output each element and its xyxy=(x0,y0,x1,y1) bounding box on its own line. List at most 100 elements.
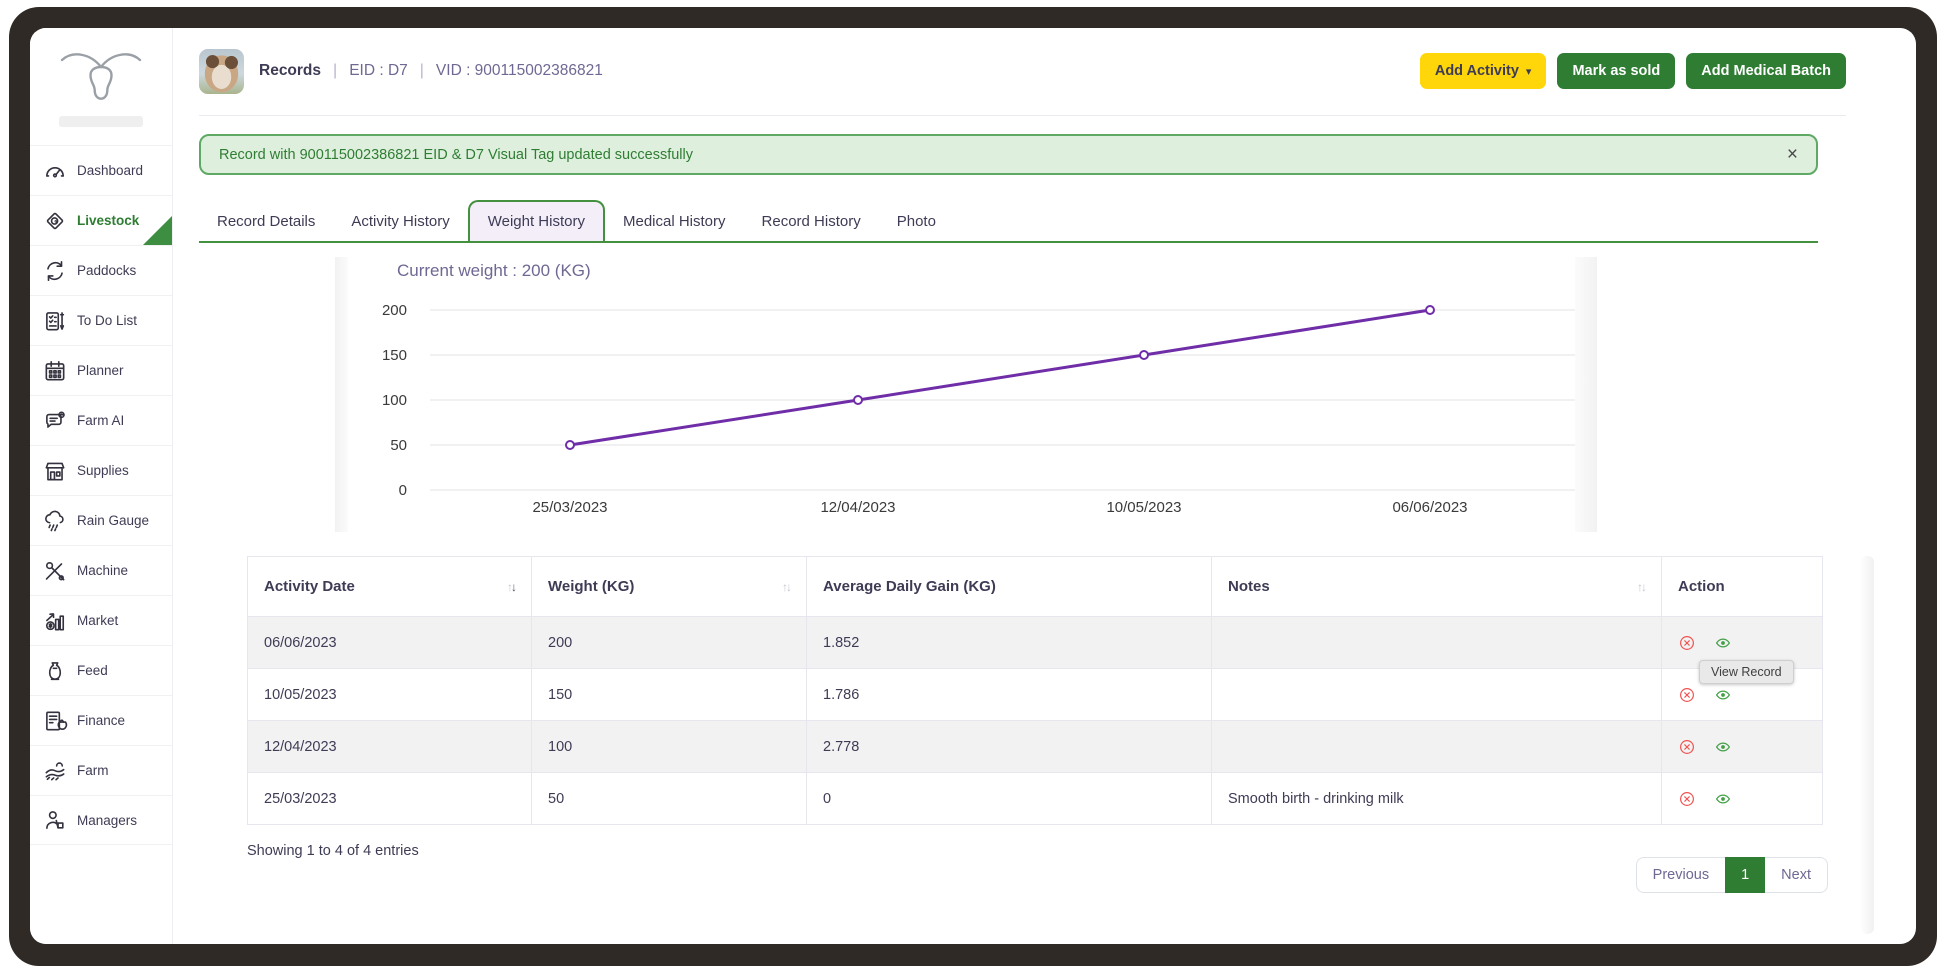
finance-icon xyxy=(42,708,68,734)
tab-weight-history[interactable]: Weight History xyxy=(468,200,605,241)
rain-gauge-icon xyxy=(42,508,68,534)
page-1-button[interactable]: 1 xyxy=(1725,857,1765,893)
cell-adg: 0 xyxy=(807,773,1212,825)
weight-line xyxy=(570,310,1430,445)
farm-icon xyxy=(42,758,68,784)
sidebar-item-label: Feed xyxy=(77,663,108,678)
tab-record-history[interactable]: Record History xyxy=(744,202,879,241)
cell-weight: 100 xyxy=(532,721,807,773)
header-actions: Add Activity▾ Mark as sold Add Medical B… xyxy=(1420,53,1846,89)
column-header-notes[interactable]: Notes ↑↓ xyxy=(1212,557,1662,617)
sidebar-item-label: Farm AI xyxy=(77,413,124,428)
cell-weight: 150 xyxy=(532,669,807,721)
weight-point-1 xyxy=(854,396,862,404)
alert-close-icon[interactable]: × xyxy=(1787,145,1798,164)
sidebar-item-market[interactable]: Market xyxy=(30,595,172,645)
tab-medical-history[interactable]: Medical History xyxy=(605,202,744,241)
sidebar-item-label: Rain Gauge xyxy=(77,513,149,528)
view-record-icon[interactable] xyxy=(1714,634,1732,652)
header-divider xyxy=(199,115,1846,116)
sort-icon[interactable]: ↑↓ xyxy=(507,580,515,594)
managers-icon xyxy=(42,807,68,833)
sidebar-item-label: Managers xyxy=(77,813,137,828)
bull-logo-icon xyxy=(58,47,144,110)
table-row: 06/06/2023 200 1.852 xyxy=(248,617,1823,669)
dashboard-icon xyxy=(42,158,68,184)
add-medical-batch-button[interactable]: Add Medical Batch xyxy=(1686,53,1846,89)
weight-line-chart: 200 150 100 50 0 25/03/2023 12/04/2023 1… xyxy=(335,291,1597,526)
sidebar-item-planner[interactable]: Planner xyxy=(30,345,172,395)
sidebar-item-label: Dashboard xyxy=(77,163,143,178)
sidebar-item-livestock[interactable]: Livestock xyxy=(30,195,172,245)
sidebar-item-rain-gauge[interactable]: Rain Gauge xyxy=(30,495,172,545)
vid-value: VID : 900115002386821 xyxy=(436,62,603,80)
y-tick-100: 100 xyxy=(382,392,407,409)
sidebar-item-dashboard[interactable]: Dashboard xyxy=(30,145,172,195)
next-page-button[interactable]: Next xyxy=(1765,857,1828,893)
view-record-icon[interactable] xyxy=(1714,738,1732,756)
weight-point-0 xyxy=(566,441,574,449)
table-header-row: Activity Date ↑↓ Weight (KG) ↑↓ Average … xyxy=(248,557,1823,617)
chart-left-edge xyxy=(335,257,348,532)
sidebar-item-feed[interactable]: Feed xyxy=(30,645,172,695)
tab-activity-history[interactable]: Activity History xyxy=(333,202,467,241)
pagination: Previous 1 Next xyxy=(1636,857,1828,893)
sidebar-item-label: Livestock xyxy=(77,213,139,228)
cell-adg: 1.786 xyxy=(807,669,1212,721)
sidebar-item-finance[interactable]: Finance xyxy=(30,695,172,745)
sort-icon[interactable]: ↑↓ xyxy=(1637,580,1645,594)
separator: | xyxy=(321,62,349,80)
cell-notes: Smooth birth - drinking milk xyxy=(1212,773,1662,825)
add-activity-button[interactable]: Add Activity▾ xyxy=(1420,53,1547,89)
cell-actions xyxy=(1662,773,1823,825)
cell-notes xyxy=(1212,669,1662,721)
paddocks-icon xyxy=(42,258,68,284)
delete-record-icon[interactable] xyxy=(1678,634,1696,652)
table-row: 25/03/2023 50 0 Smooth birth - drinking … xyxy=(248,773,1823,825)
success-alert: Record with 900115002386821 EID & D7 Vis… xyxy=(199,134,1818,175)
sort-icon[interactable]: ↑↓ xyxy=(782,580,790,594)
column-header-action: Action xyxy=(1662,557,1823,617)
x-label-0: 25/03/2023 xyxy=(532,499,607,516)
column-header-weight[interactable]: Weight (KG) ↑↓ xyxy=(532,557,807,617)
table-row: 12/04/2023 100 2.778 xyxy=(248,721,1823,773)
chevron-down-icon: ▾ xyxy=(1526,66,1532,78)
weight-point-3 xyxy=(1426,306,1434,314)
sidebar-item-managers[interactable]: Managers xyxy=(30,795,172,845)
sidebar-item-label: Supplies xyxy=(77,463,129,478)
cell-notes xyxy=(1212,617,1662,669)
supplies-icon xyxy=(42,458,68,484)
previous-page-button[interactable]: Previous xyxy=(1636,857,1725,893)
cell-adg: 2.778 xyxy=(807,721,1212,773)
view-record-icon[interactable] xyxy=(1714,790,1732,808)
record-tabs: Record Details Activity History Weight H… xyxy=(199,200,1818,243)
weight-chart-panel: Current weight : 200 (KG) 200 150 100 50… xyxy=(335,257,1665,532)
column-header-average-daily-gain[interactable]: Average Daily Gain (KG) xyxy=(807,557,1212,617)
todo-list-icon xyxy=(42,308,68,334)
tab-record-details[interactable]: Record Details xyxy=(199,202,333,241)
livestock-icon xyxy=(42,208,68,234)
active-corner-triangle xyxy=(143,216,172,245)
delete-record-icon[interactable] xyxy=(1678,738,1696,756)
cell-weight: 200 xyxy=(532,617,807,669)
tab-photo[interactable]: Photo xyxy=(879,202,954,241)
sidebar-item-paddocks[interactable]: Paddocks xyxy=(30,245,172,295)
sidebar-item-label: Machine xyxy=(77,563,128,578)
delete-record-icon[interactable] xyxy=(1678,790,1696,808)
sidebar-item-farm[interactable]: Farm xyxy=(30,745,172,795)
weight-history-table-zone: Activity Date ↑↓ Weight (KG) ↑↓ Average … xyxy=(247,556,1822,825)
sidebar-item-machine[interactable]: Machine xyxy=(30,545,172,595)
sidebar: Dashboard Livestock Paddocks To Do List xyxy=(30,28,173,944)
mark-as-sold-button[interactable]: Mark as sold xyxy=(1557,53,1675,89)
x-label-2: 10/05/2023 xyxy=(1106,499,1181,516)
delete-record-icon[interactable] xyxy=(1678,686,1696,704)
cell-activity-date: 06/06/2023 xyxy=(248,617,532,669)
sidebar-item-to-do-list[interactable]: To Do List xyxy=(30,295,172,345)
view-record-icon[interactable] xyxy=(1714,686,1732,704)
sidebar-item-label: Planner xyxy=(77,363,124,378)
column-header-activity-date[interactable]: Activity Date ↑↓ xyxy=(248,557,532,617)
sidebar-item-farm-ai[interactable]: Farm AI xyxy=(30,395,172,445)
weight-point-2 xyxy=(1140,351,1148,359)
app-page: Dashboard Livestock Paddocks To Do List xyxy=(30,28,1916,944)
sidebar-item-supplies[interactable]: Supplies xyxy=(30,445,172,495)
